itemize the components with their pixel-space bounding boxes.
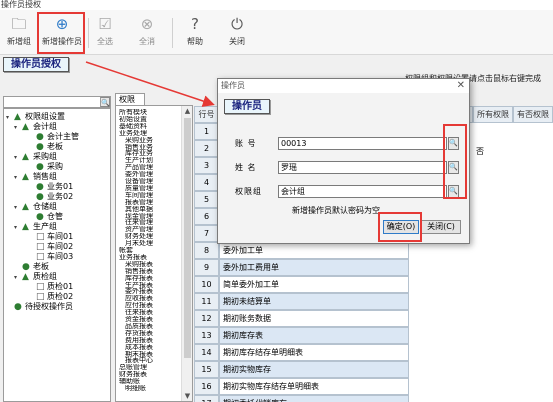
group-label: 权限组 [235,187,262,196]
default-password-note: 新增操作员默认密码为空 [292,206,380,215]
account-label: 账 号 [235,139,257,148]
account-field[interactable]: 00013 [278,137,447,150]
close-dialog-button[interactable]: 关闭(C) [421,220,461,234]
group-field[interactable]: 会计组 [278,185,447,198]
dialog-title: 操作员 [218,79,469,93]
dialog-heading: 操作员 [224,99,270,114]
name-label: 姓 名 [235,163,257,172]
name-field[interactable]: 罗瑶 [278,161,447,174]
ok-highlight [378,212,422,242]
operator-dialog: 操作员 ✕ 操作员 账 号 00013 🔍 姓 名 罗瑶 🔍 权限组 会计组 🔍… [217,78,470,244]
close-icon[interactable]: ✕ [457,79,465,93]
lookup-highlight [443,124,467,199]
